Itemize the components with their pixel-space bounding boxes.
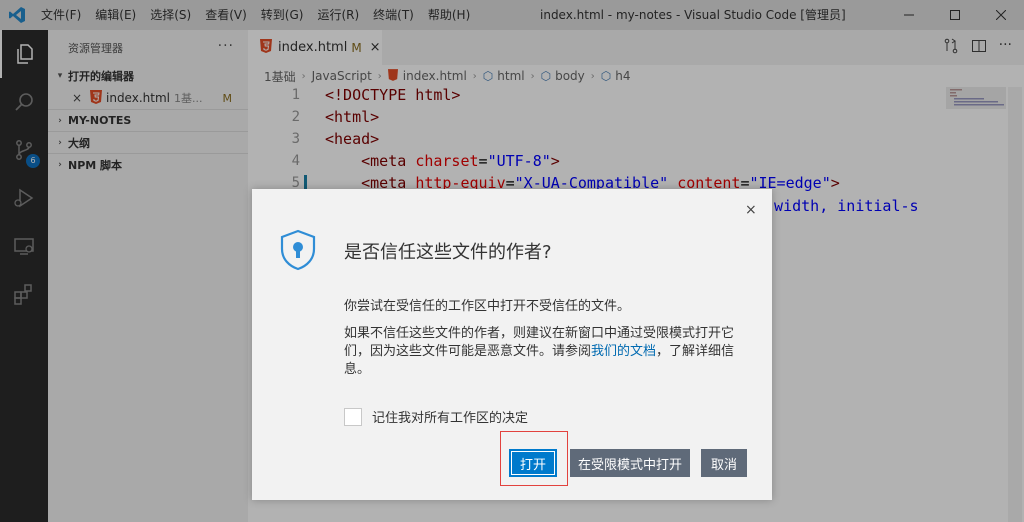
- open-restricted-button[interactable]: 在受限模式中打开: [570, 449, 690, 477]
- shield-lock-icon: [278, 229, 318, 274]
- dialog-detail: 如果不信任这些文件的作者，则建议在新窗口中通过受限模式打开它们，因为这些文件可能…: [344, 325, 744, 379]
- remember-checkbox[interactable]: [344, 407, 362, 426]
- remember-label: 记住我对所有工作区的决定: [372, 411, 529, 426]
- trust-dialog: × 是否信任这些文件的作者? 你尝试在受信任的工作区中打开不受信任的文件。 如果…: [252, 189, 772, 500]
- docs-link[interactable]: 我们的文档: [591, 344, 656, 359]
- dialog-message: 你尝试在受信任的工作区中打开不受信任的文件。: [344, 299, 631, 314]
- remember-decision[interactable]: 记住我对所有工作区的决定: [344, 407, 528, 426]
- close-dialog-icon[interactable]: ×: [745, 202, 757, 218]
- dialog-title: 是否信任这些文件的作者?: [344, 242, 552, 263]
- cancel-button[interactable]: 取消: [701, 449, 747, 477]
- highlight-box: [500, 431, 568, 486]
